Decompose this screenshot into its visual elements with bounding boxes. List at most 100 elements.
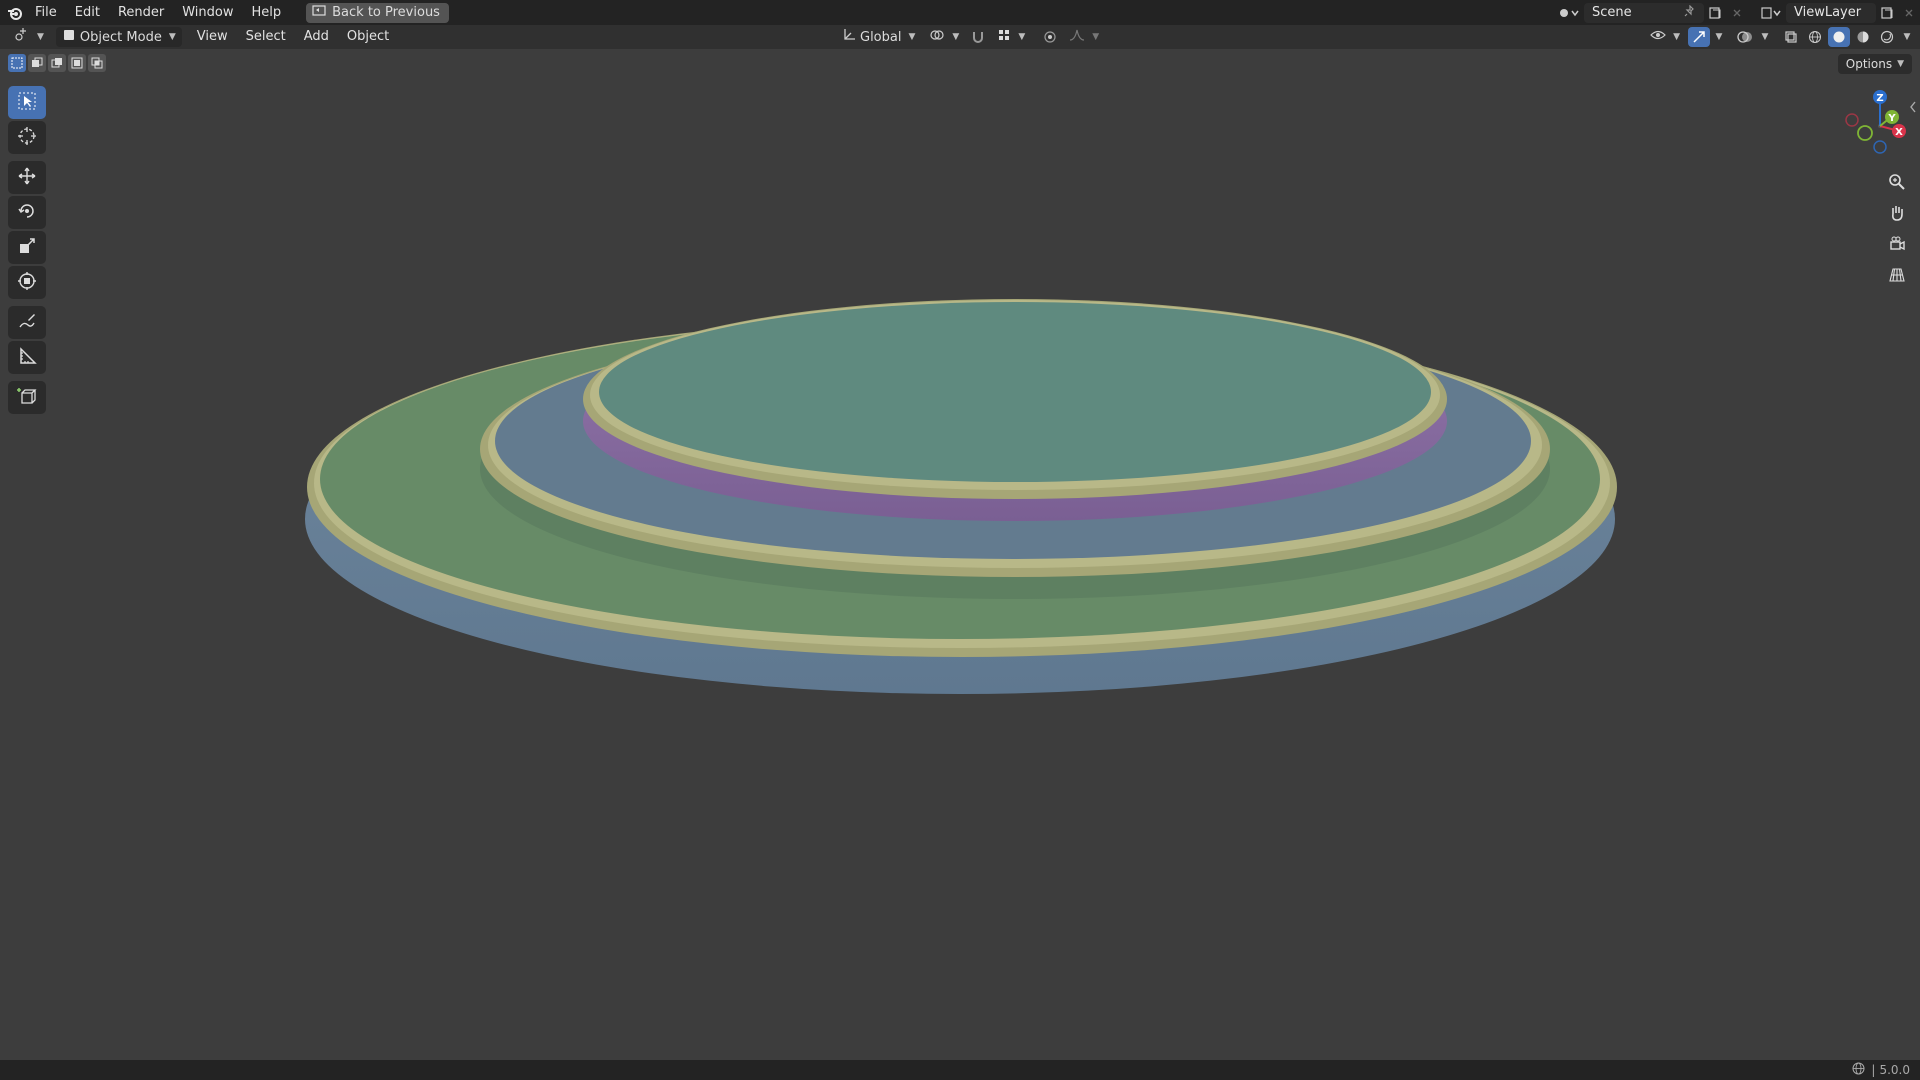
select-subtract-icon[interactable] [48, 54, 66, 72]
chevron-down-icon: ▼ [1018, 32, 1026, 42]
scene-render [305, 299, 1617, 694]
snap-grid-icon [997, 28, 1011, 46]
falloff-dropdown[interactable]: ▼ [1063, 27, 1105, 47]
proportional-edit-icon[interactable] [1039, 27, 1061, 47]
eye-icon [1650, 28, 1666, 46]
material-shading-icon[interactable] [1852, 27, 1874, 47]
add-cube-icon [17, 386, 37, 410]
gizmo-dropdown-icon[interactable]: ▼ [1712, 27, 1726, 47]
top-tier[interactable] [583, 299, 1447, 521]
camera-view-icon[interactable] [1884, 231, 1910, 257]
select-box-tool[interactable] [8, 86, 46, 119]
network-globe-icon[interactable] [1852, 1062, 1865, 1078]
version-label: 5.0.0 [1879, 1063, 1910, 1077]
mode-label: Object Mode [79, 29, 162, 45]
shading-dropdown-icon[interactable]: ▼ [1900, 27, 1914, 47]
pan-hand-icon[interactable] [1884, 200, 1910, 226]
pin-icon[interactable] [1684, 4, 1696, 21]
navigation-gizmo[interactable]: Z X Y [1835, 87, 1910, 167]
scene-type-icon[interactable] [1554, 3, 1584, 23]
menu-render[interactable]: Render [109, 0, 173, 25]
gizmo-toggle-icon[interactable] [1688, 27, 1710, 47]
orientation-axes-icon [842, 28, 856, 46]
status-divider: | [1871, 1063, 1876, 1077]
pivot-point-dropdown[interactable]: ▼ [923, 27, 965, 47]
mode-dropdown[interactable]: Object Mode ▼ [55, 27, 182, 47]
measure-ruler-icon [17, 346, 37, 370]
menu-help[interactable]: Help [243, 0, 291, 25]
select-intersect-icon[interactable] [88, 54, 106, 72]
perspective-grid-icon[interactable] [1884, 262, 1910, 288]
select-extend-icon[interactable] [28, 54, 46, 72]
chevron-down-icon: ▼ [908, 32, 916, 42]
editor-type-dropdown[interactable]: ▼ [8, 27, 50, 47]
zoom-magnifier-icon[interactable] [1884, 169, 1910, 195]
xray-toggle-icon[interactable] [1780, 27, 1802, 47]
header-center-group: Global ▼ ▼ ▼ ▼ [836, 27, 1105, 47]
annotate-tool[interactable] [8, 306, 46, 339]
pivot-icon [929, 28, 945, 46]
snap-toggle-icon[interactable] [967, 27, 989, 47]
transform-orientation-dropdown[interactable]: Global ▼ [836, 27, 921, 47]
viewlayer-field[interactable]: ViewLayer [1786, 2, 1876, 23]
delete-viewlayer-icon[interactable] [1898, 3, 1920, 23]
move-tool[interactable] [8, 161, 46, 194]
3d-viewport[interactable]: Options ▼ Z X Y [0, 49, 1920, 1060]
editor-3d-view-icon [14, 28, 30, 46]
scene-label: Scene [1592, 5, 1632, 20]
menu-window[interactable]: Window [173, 0, 242, 25]
solid-shading-icon[interactable] [1828, 27, 1850, 47]
rendered-shading-icon[interactable] [1876, 27, 1898, 47]
cursor-icon [17, 126, 37, 150]
viewlayer-type-icon[interactable] [1756, 3, 1786, 23]
gizmo-z-label: Z [1876, 93, 1883, 104]
chevron-down-icon: ▼ [1673, 32, 1680, 42]
chevron-down-icon: ▼ [1897, 59, 1904, 69]
new-viewlayer-icon[interactable] [1876, 3, 1898, 23]
scale-tool[interactable] [8, 231, 46, 264]
menu-add[interactable]: Add [295, 25, 338, 49]
cursor-tool[interactable] [8, 121, 46, 154]
back-screen-icon [312, 4, 326, 21]
menu-view[interactable]: View [188, 25, 237, 49]
menu-edit[interactable]: Edit [66, 0, 109, 25]
options-label: Options [1845, 57, 1893, 71]
select-new-icon[interactable] [8, 54, 26, 72]
back-to-previous-button[interactable]: Back to Previous [306, 2, 449, 23]
transform-tool[interactable] [8, 266, 46, 299]
chevron-down-icon: ▼ [37, 32, 44, 42]
gizmo-y-label: Y [1887, 113, 1896, 124]
select-invert-icon[interactable] [68, 54, 86, 72]
blender-logo-icon[interactable] [4, 3, 26, 23]
object-mode-icon [62, 28, 76, 46]
chevron-down-icon: ▼ [168, 32, 176, 42]
gizmo-x-label: X [1895, 127, 1903, 138]
new-scene-icon[interactable] [1704, 3, 1726, 23]
rotate-tool[interactable] [8, 196, 46, 229]
move-arrows-icon [17, 166, 37, 190]
top-tier-top [599, 302, 1431, 482]
measure-tool[interactable] [8, 341, 46, 374]
viewport-header: ▼ Object Mode ▼ View Select Add Object G… [0, 25, 1920, 49]
menu-object[interactable]: Object [338, 25, 398, 49]
viewlayer-label: ViewLayer [1794, 5, 1862, 20]
menu-select[interactable]: Select [237, 25, 295, 49]
visibility-dropdown[interactable]: ▼ [1644, 27, 1686, 47]
delete-scene-icon[interactable] [1726, 3, 1748, 23]
scale-icon [17, 236, 37, 260]
overlays-dropdown-icon[interactable]: ▼ [1758, 27, 1772, 47]
orientation-label: Global [860, 29, 902, 45]
chevron-down-icon: ▼ [1092, 32, 1100, 42]
wireframe-shading-icon[interactable] [1804, 27, 1826, 47]
menu-file[interactable]: File [26, 0, 66, 25]
selection-mode-group [8, 54, 106, 72]
tool-shelf [8, 86, 48, 416]
add-cube-tool[interactable] [8, 381, 46, 414]
options-dropdown[interactable]: Options ▼ [1837, 54, 1912, 74]
overlays-toggle-icon[interactable] [1734, 27, 1756, 47]
scene-field[interactable]: Scene [1584, 2, 1704, 23]
snap-target-dropdown[interactable]: ▼ [991, 27, 1031, 47]
transform-icon [17, 271, 37, 295]
chevron-down-icon: ▼ [952, 32, 960, 42]
back-to-previous-label: Back to Previous [332, 5, 440, 20]
